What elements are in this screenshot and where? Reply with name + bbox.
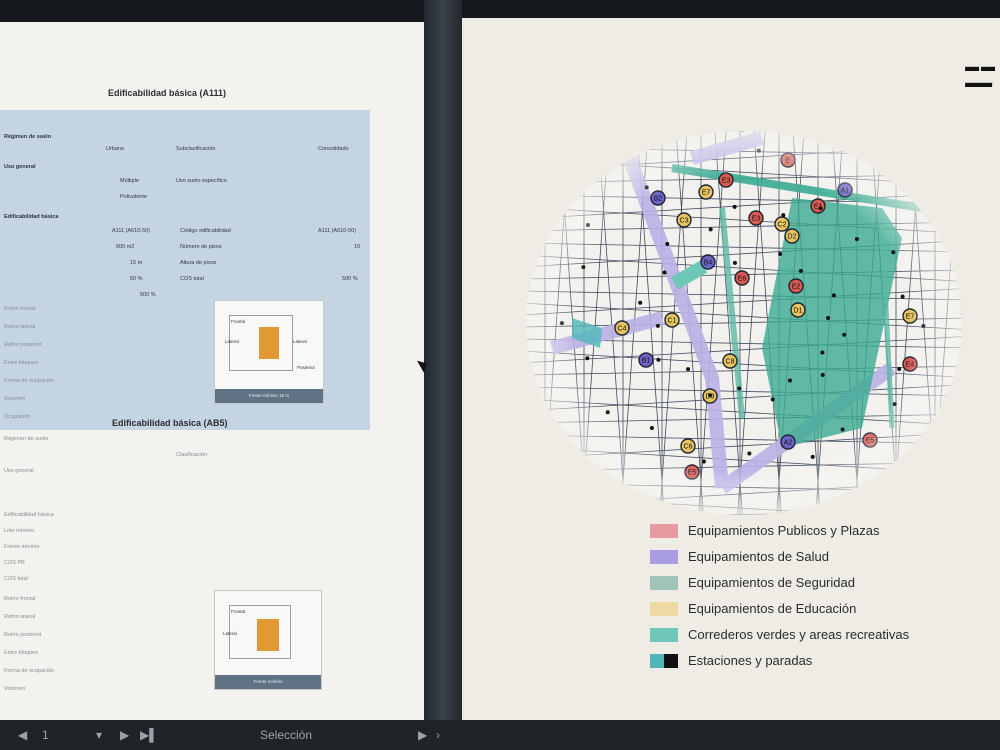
plot-footer: Frente mínimo	[215, 675, 321, 689]
row-label: Retiro lateral	[4, 324, 36, 330]
map-marker-label: B	[740, 122, 745, 129]
row-label: Retiro posterior	[4, 342, 42, 348]
row-label: Retiro posterior	[4, 632, 42, 638]
section2-title: Edificabilidad básica (AB5)	[112, 418, 228, 428]
page-number[interactable]: 1	[42, 728, 49, 742]
row-value2: A111 (A610-50)	[318, 228, 357, 234]
row-label2: Número de pisos	[180, 244, 222, 250]
section1-title: Edificabilidad básica (A111)	[108, 88, 227, 98]
map-pane[interactable]: ▬ ▬▬▬ BEA1E7E3B2C3E3C2D2E1B4E6E2D1C4C	[462, 18, 1000, 720]
row-label: Lote mínimo	[4, 528, 35, 534]
next-page-icon[interactable]: ▶	[120, 728, 129, 742]
row-label: Uso general	[4, 164, 36, 170]
split-divider[interactable]	[424, 0, 462, 722]
legend-label: Equipamientos de Educación	[688, 601, 857, 616]
legend-label: Estaciones y paradas	[688, 653, 813, 668]
legend-swatch	[650, 602, 678, 616]
row-label: Volumen	[4, 396, 26, 402]
row-label2: Subclasificación	[176, 146, 216, 152]
plot-label-lateral: Lateral	[223, 631, 237, 636]
legend-swatch	[650, 628, 678, 642]
chevron-right-icon[interactable]: ›	[436, 728, 440, 742]
row-value: Urbano	[106, 146, 125, 152]
row-label: COS total	[4, 576, 28, 582]
row-label: Retiro frontal	[4, 306, 36, 312]
row-value2: Consolidado	[318, 146, 349, 152]
plot-label-frontal: Frontal	[231, 609, 246, 614]
row-label: Retiro lateral	[4, 614, 36, 620]
row-label: Retiro frontal	[4, 596, 36, 602]
row-label: Ocupación	[4, 414, 31, 420]
row-value: 600 m2	[116, 244, 135, 250]
plot-label-frontal: Frontal	[231, 319, 246, 324]
legend-label: Correderos verdes y areas recreativas	[688, 627, 910, 642]
plot-label-posterior: Posterior	[297, 365, 316, 370]
row-value: 15 m	[130, 260, 143, 266]
row-value2: 10	[354, 244, 361, 250]
legend-swatch	[650, 576, 678, 590]
row-value: 50 %	[130, 276, 143, 282]
building-footprint	[257, 619, 279, 651]
document-pane[interactable]: Edificabilidad básica (A111) Régimen de …	[0, 22, 424, 722]
selection-mode[interactable]: Selección	[260, 728, 312, 742]
row-label2: COS total	[180, 276, 204, 282]
row-label: Frente mínimo	[4, 544, 40, 550]
row-value2: 500 %	[342, 276, 358, 282]
legend-swatch	[650, 550, 678, 564]
row-label: Forma de ocupación	[4, 378, 55, 384]
row-label: Entre bloques	[4, 650, 38, 656]
row-label: Entre bloques	[4, 360, 38, 366]
plot-label-lateral: Lateral	[293, 339, 307, 344]
map-marker[interactable]: B	[734, 117, 750, 132]
status-bar: ◀ 1 ▾ ▶ ▶▌ Selección ▶ ›	[0, 720, 1000, 750]
row-label: COS PB	[4, 560, 25, 566]
building-footprint	[259, 327, 279, 359]
legend-swatch	[650, 524, 678, 538]
row-value: Polivalente	[120, 194, 147, 200]
row-label: Uso general	[4, 468, 34, 474]
row-label: Régimen de suelo	[4, 134, 52, 140]
row-label: Edificabilidad básica	[4, 214, 59, 220]
map-marker-circle	[734, 131, 750, 132]
section1-table: Régimen de suelo Urbano Subclasificación…	[0, 110, 370, 430]
prev-page-icon[interactable]: ◀	[18, 728, 27, 742]
play-icon[interactable]: ▶	[418, 728, 427, 742]
row-label2: Uso suelo específico	[176, 178, 227, 184]
row-label: Forma de ocupación	[4, 668, 55, 674]
chevron-down-icon[interactable]: ▾	[96, 728, 102, 742]
legend-label: Equipamientos Publicos y Plazas	[688, 523, 880, 538]
plot-diagram: Frontal Lateral Lateral Posterior Frente…	[214, 300, 324, 404]
plot-label-lateral: Lateral	[225, 339, 239, 344]
plot-diagram: Frontal Lateral Frente mínimo	[214, 590, 322, 690]
last-page-icon[interactable]: ▶▌	[140, 728, 158, 742]
plot-footer: Frente mínimo 15 m	[215, 389, 323, 403]
row-value: 500 %	[140, 292, 156, 298]
row-value: Múltiple	[120, 178, 139, 184]
row-value: A111 (A610-50)	[112, 228, 151, 234]
row-label: Clasificación	[176, 452, 207, 458]
legend-swatch	[650, 654, 678, 668]
row-label2: Altura de pisos	[180, 260, 217, 266]
circular-map[interactable]: BEA1E7E3B2C3E3C2D2E1B4E6E2D1C4C1B1C8D3E7…	[462, 18, 1000, 518]
legend-label: Equipamientos de Seguridad	[688, 575, 855, 590]
row-label: Volumen	[4, 686, 26, 692]
legend-label: Equipamientos de Salud	[688, 549, 829, 564]
row-label: Edificabilidad básica	[4, 512, 54, 518]
row-label: Régimen de suelo	[4, 436, 49, 442]
row-label2: Código edificabilidad	[180, 228, 231, 234]
